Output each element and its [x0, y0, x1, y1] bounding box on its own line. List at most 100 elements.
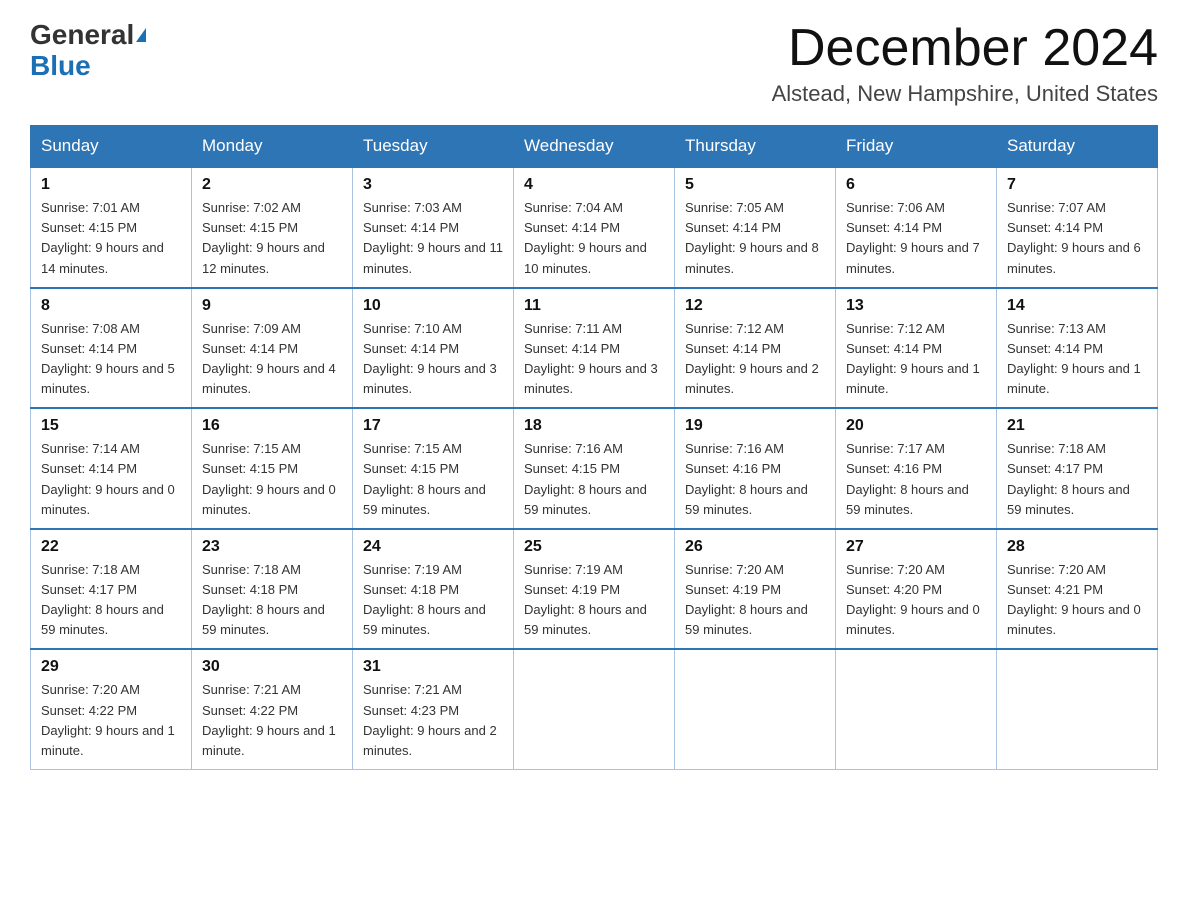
- day-number: 18: [524, 417, 664, 435]
- calendar-cell: 4 Sunrise: 7:04 AMSunset: 4:14 PMDayligh…: [514, 167, 675, 288]
- day-info: Sunrise: 7:18 AMSunset: 4:18 PMDaylight:…: [202, 562, 325, 637]
- day-info: Sunrise: 7:12 AMSunset: 4:14 PMDaylight:…: [846, 321, 980, 396]
- column-header-friday: Friday: [836, 126, 997, 168]
- day-number: 28: [1007, 538, 1147, 556]
- calendar-cell: 13 Sunrise: 7:12 AMSunset: 4:14 PMDaylig…: [836, 288, 997, 409]
- day-info: Sunrise: 7:04 AMSunset: 4:14 PMDaylight:…: [524, 200, 647, 275]
- day-number: 8: [41, 297, 181, 315]
- column-header-saturday: Saturday: [997, 126, 1158, 168]
- day-number: 23: [202, 538, 342, 556]
- calendar-cell: 12 Sunrise: 7:12 AMSunset: 4:14 PMDaylig…: [675, 288, 836, 409]
- week-row-3: 15 Sunrise: 7:14 AMSunset: 4:14 PMDaylig…: [31, 408, 1158, 529]
- week-row-2: 8 Sunrise: 7:08 AMSunset: 4:14 PMDayligh…: [31, 288, 1158, 409]
- calendar-cell: [514, 649, 675, 769]
- day-info: Sunrise: 7:19 AMSunset: 4:18 PMDaylight:…: [363, 562, 486, 637]
- day-number: 29: [41, 658, 181, 676]
- day-info: Sunrise: 7:10 AMSunset: 4:14 PMDaylight:…: [363, 321, 497, 396]
- day-info: Sunrise: 7:20 AMSunset: 4:19 PMDaylight:…: [685, 562, 808, 637]
- day-number: 17: [363, 417, 503, 435]
- title-area: December 2024 Alstead, New Hampshire, Un…: [772, 20, 1158, 107]
- day-info: Sunrise: 7:15 AMSunset: 4:15 PMDaylight:…: [363, 441, 486, 516]
- calendar-table: SundayMondayTuesdayWednesdayThursdayFrid…: [30, 125, 1158, 770]
- logo-triangle-icon: [136, 28, 146, 42]
- column-header-wednesday: Wednesday: [514, 126, 675, 168]
- calendar-cell: 8 Sunrise: 7:08 AMSunset: 4:14 PMDayligh…: [31, 288, 192, 409]
- day-number: 1: [41, 176, 181, 194]
- day-info: Sunrise: 7:19 AMSunset: 4:19 PMDaylight:…: [524, 562, 647, 637]
- calendar-cell: 22 Sunrise: 7:18 AMSunset: 4:17 PMDaylig…: [31, 529, 192, 650]
- day-number: 3: [363, 176, 503, 194]
- day-number: 30: [202, 658, 342, 676]
- calendar-cell: 27 Sunrise: 7:20 AMSunset: 4:20 PMDaylig…: [836, 529, 997, 650]
- calendar-cell: 1 Sunrise: 7:01 AMSunset: 4:15 PMDayligh…: [31, 167, 192, 288]
- day-info: Sunrise: 7:09 AMSunset: 4:14 PMDaylight:…: [202, 321, 336, 396]
- day-number: 26: [685, 538, 825, 556]
- day-info: Sunrise: 7:16 AMSunset: 4:15 PMDaylight:…: [524, 441, 647, 516]
- location-title: Alstead, New Hampshire, United States: [772, 81, 1158, 107]
- day-number: 25: [524, 538, 664, 556]
- day-number: 27: [846, 538, 986, 556]
- day-number: 13: [846, 297, 986, 315]
- day-info: Sunrise: 7:05 AMSunset: 4:14 PMDaylight:…: [685, 200, 819, 275]
- calendar-cell: 10 Sunrise: 7:10 AMSunset: 4:14 PMDaylig…: [353, 288, 514, 409]
- column-header-tuesday: Tuesday: [353, 126, 514, 168]
- calendar-cell: 14 Sunrise: 7:13 AMSunset: 4:14 PMDaylig…: [997, 288, 1158, 409]
- day-number: 2: [202, 176, 342, 194]
- day-info: Sunrise: 7:18 AMSunset: 4:17 PMDaylight:…: [1007, 441, 1130, 516]
- day-info: Sunrise: 7:16 AMSunset: 4:16 PMDaylight:…: [685, 441, 808, 516]
- month-title: December 2024: [772, 20, 1158, 77]
- day-info: Sunrise: 7:11 AMSunset: 4:14 PMDaylight:…: [524, 321, 658, 396]
- week-row-5: 29 Sunrise: 7:20 AMSunset: 4:22 PMDaylig…: [31, 649, 1158, 769]
- logo-blue-text: Blue: [30, 51, 91, 82]
- day-info: Sunrise: 7:06 AMSunset: 4:14 PMDaylight:…: [846, 200, 980, 275]
- calendar-cell: 25 Sunrise: 7:19 AMSunset: 4:19 PMDaylig…: [514, 529, 675, 650]
- calendar-cell: 16 Sunrise: 7:15 AMSunset: 4:15 PMDaylig…: [192, 408, 353, 529]
- day-info: Sunrise: 7:18 AMSunset: 4:17 PMDaylight:…: [41, 562, 164, 637]
- day-info: Sunrise: 7:20 AMSunset: 4:22 PMDaylight:…: [41, 682, 175, 757]
- week-row-4: 22 Sunrise: 7:18 AMSunset: 4:17 PMDaylig…: [31, 529, 1158, 650]
- calendar-cell: 23 Sunrise: 7:18 AMSunset: 4:18 PMDaylig…: [192, 529, 353, 650]
- calendar-cell: 17 Sunrise: 7:15 AMSunset: 4:15 PMDaylig…: [353, 408, 514, 529]
- calendar-cell: 31 Sunrise: 7:21 AMSunset: 4:23 PMDaylig…: [353, 649, 514, 769]
- day-number: 31: [363, 658, 503, 676]
- day-info: Sunrise: 7:13 AMSunset: 4:14 PMDaylight:…: [1007, 321, 1141, 396]
- day-number: 11: [524, 297, 664, 315]
- day-number: 7: [1007, 176, 1147, 194]
- calendar-cell: 3 Sunrise: 7:03 AMSunset: 4:14 PMDayligh…: [353, 167, 514, 288]
- day-info: Sunrise: 7:07 AMSunset: 4:14 PMDaylight:…: [1007, 200, 1141, 275]
- calendar-cell: 19 Sunrise: 7:16 AMSunset: 4:16 PMDaylig…: [675, 408, 836, 529]
- column-header-thursday: Thursday: [675, 126, 836, 168]
- day-info: Sunrise: 7:17 AMSunset: 4:16 PMDaylight:…: [846, 441, 969, 516]
- calendar-cell: 9 Sunrise: 7:09 AMSunset: 4:14 PMDayligh…: [192, 288, 353, 409]
- calendar-cell: [675, 649, 836, 769]
- day-number: 20: [846, 417, 986, 435]
- calendar-cell: 20 Sunrise: 7:17 AMSunset: 4:16 PMDaylig…: [836, 408, 997, 529]
- calendar-cell: 28 Sunrise: 7:20 AMSunset: 4:21 PMDaylig…: [997, 529, 1158, 650]
- day-number: 10: [363, 297, 503, 315]
- calendar-cell: 21 Sunrise: 7:18 AMSunset: 4:17 PMDaylig…: [997, 408, 1158, 529]
- day-info: Sunrise: 7:03 AMSunset: 4:14 PMDaylight:…: [363, 200, 503, 275]
- day-info: Sunrise: 7:21 AMSunset: 4:23 PMDaylight:…: [363, 682, 497, 757]
- day-info: Sunrise: 7:14 AMSunset: 4:14 PMDaylight:…: [41, 441, 175, 516]
- logo: General Blue: [30, 20, 146, 82]
- header-row: SundayMondayTuesdayWednesdayThursdayFrid…: [31, 126, 1158, 168]
- calendar-cell: 5 Sunrise: 7:05 AMSunset: 4:14 PMDayligh…: [675, 167, 836, 288]
- day-number: 22: [41, 538, 181, 556]
- calendar-cell: [997, 649, 1158, 769]
- day-info: Sunrise: 7:02 AMSunset: 4:15 PMDaylight:…: [202, 200, 325, 275]
- day-info: Sunrise: 7:21 AMSunset: 4:22 PMDaylight:…: [202, 682, 336, 757]
- calendar-cell: 7 Sunrise: 7:07 AMSunset: 4:14 PMDayligh…: [997, 167, 1158, 288]
- day-number: 4: [524, 176, 664, 194]
- day-number: 6: [846, 176, 986, 194]
- calendar-cell: 6 Sunrise: 7:06 AMSunset: 4:14 PMDayligh…: [836, 167, 997, 288]
- calendar-cell: [836, 649, 997, 769]
- logo-general-text: General: [30, 20, 134, 51]
- day-number: 5: [685, 176, 825, 194]
- day-info: Sunrise: 7:20 AMSunset: 4:20 PMDaylight:…: [846, 562, 980, 637]
- calendar-cell: 15 Sunrise: 7:14 AMSunset: 4:14 PMDaylig…: [31, 408, 192, 529]
- day-number: 24: [363, 538, 503, 556]
- calendar-cell: 24 Sunrise: 7:19 AMSunset: 4:18 PMDaylig…: [353, 529, 514, 650]
- calendar-cell: 29 Sunrise: 7:20 AMSunset: 4:22 PMDaylig…: [31, 649, 192, 769]
- calendar-cell: 18 Sunrise: 7:16 AMSunset: 4:15 PMDaylig…: [514, 408, 675, 529]
- day-number: 14: [1007, 297, 1147, 315]
